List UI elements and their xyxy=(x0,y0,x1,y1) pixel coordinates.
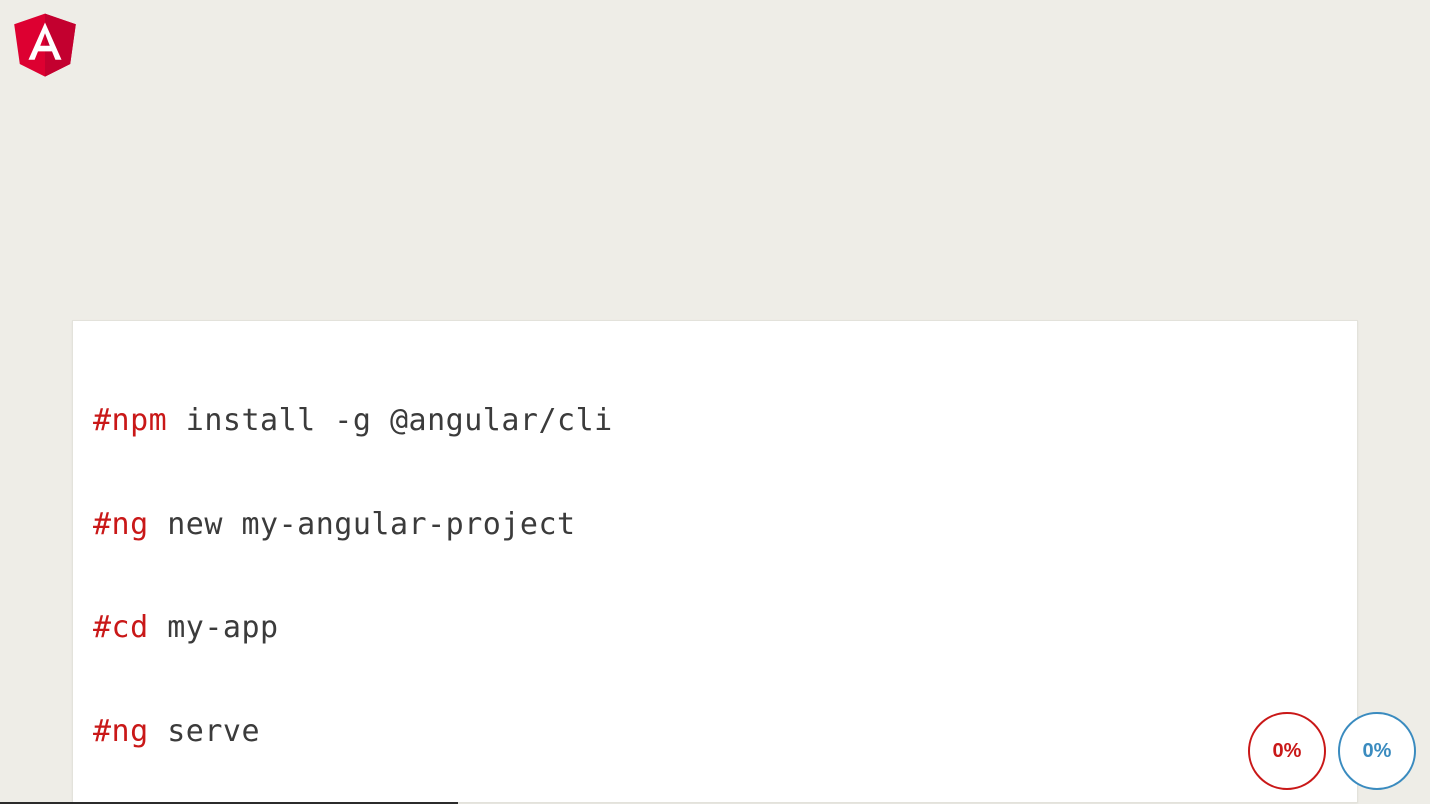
code-args: new my-angular-project xyxy=(149,507,576,542)
code-line: #ng serve xyxy=(93,715,1337,750)
code-command: #ng xyxy=(93,507,149,542)
code-line: #npm install -g @angular/cli xyxy=(93,404,1337,439)
code-line: #ng new my-angular-project xyxy=(93,508,1337,543)
code-command: #cd xyxy=(93,610,149,645)
code-block: #npm install -g @angular/cli #ng new my-… xyxy=(72,320,1358,803)
angular-logo-icon xyxy=(10,6,80,80)
progress-badge-red: 0% xyxy=(1248,712,1326,790)
code-args: install -g @angular/cli xyxy=(167,403,612,438)
progress-badges: 0% 0% xyxy=(1248,712,1416,790)
code-args: serve xyxy=(149,714,260,749)
code-command: #npm xyxy=(93,403,167,438)
code-args: my-app xyxy=(149,610,279,645)
progress-badge-blue: 0% xyxy=(1338,712,1416,790)
code-command: #ng xyxy=(93,714,149,749)
code-line: #cd my-app xyxy=(93,611,1337,646)
